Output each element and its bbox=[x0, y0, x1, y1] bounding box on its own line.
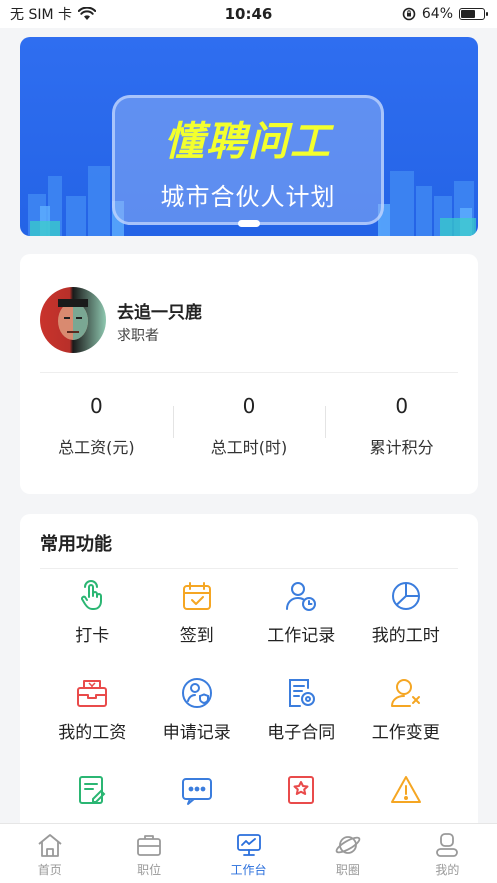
section-title: 常用功能 bbox=[40, 534, 112, 555]
stat-label: 总工时(时) bbox=[210, 438, 288, 457]
tab-mine[interactable]: 我的 bbox=[398, 824, 497, 883]
func-label: 工作记录 bbox=[267, 626, 336, 646]
warning-icon bbox=[390, 776, 421, 803]
planet-icon bbox=[335, 836, 361, 854]
func-work-record[interactable]: 工作记录 bbox=[249, 579, 354, 646]
status-right: 64% bbox=[402, 6, 488, 22]
func-label: 我的工资 bbox=[58, 723, 127, 743]
tab-label: 我的 bbox=[435, 863, 460, 877]
briefcase-icon bbox=[137, 835, 162, 856]
stat-label: 累计积分 bbox=[369, 438, 434, 457]
func-e-contract[interactable]: 电子合同 bbox=[249, 676, 354, 743]
func-clock-in[interactable]: 打卡 bbox=[40, 579, 145, 646]
stats-row: 0 总工资(元) 0 总工时(时) 0 累计积分 bbox=[20, 394, 478, 458]
person-icon bbox=[436, 833, 459, 857]
avatar-face-icon bbox=[58, 299, 88, 340]
func-label: 工作变更 bbox=[371, 723, 440, 743]
monitor-chart-icon bbox=[236, 834, 261, 856]
promo-banner[interactable]: 懂聘问工 城市合伙人计划 bbox=[20, 37, 478, 236]
func-my-hours[interactable]: 我的工时 bbox=[354, 579, 459, 646]
star-doc-icon bbox=[288, 776, 315, 804]
stat-points[interactable]: 0 累计积分 bbox=[325, 394, 478, 458]
stat-value: 0 bbox=[89, 394, 103, 418]
user-shield-icon bbox=[181, 678, 212, 708]
func-label: 打卡 bbox=[75, 626, 110, 646]
stat-value: 0 bbox=[242, 394, 256, 418]
function-grid: 打卡 签到 工作记录 我的工时 我的工资 申请记录 电子合同 工作变更 bbox=[40, 579, 458, 815]
tab-label: 职圈 bbox=[335, 863, 360, 877]
bottom-tab-bar: 首页 职位 工作台 职圈 我的 bbox=[0, 823, 497, 883]
tab-circle[interactable]: 职圈 bbox=[298, 824, 397, 883]
tap-icon bbox=[81, 580, 103, 610]
status-bar: 无 SIM 卡 10:46 64% bbox=[0, 0, 497, 28]
edit-doc-icon bbox=[79, 776, 106, 804]
stat-total-wage[interactable]: 0 总工资(元) bbox=[20, 394, 173, 458]
tab-label: 首页 bbox=[37, 863, 62, 877]
func-label: 签到 bbox=[179, 626, 214, 646]
tab-label: 工作台 bbox=[230, 863, 267, 877]
battery-percent: 64% bbox=[421, 6, 453, 22]
wifi-icon bbox=[78, 7, 96, 20]
tab-home[interactable]: 首页 bbox=[0, 824, 99, 883]
rotation-lock-icon bbox=[402, 7, 416, 21]
func-label: 申请记录 bbox=[162, 723, 231, 743]
func-item-10[interactable] bbox=[145, 773, 250, 815]
tab-workbench[interactable]: 工作台 bbox=[199, 824, 298, 883]
stat-label: 总工资(元) bbox=[58, 438, 135, 457]
banner-board: 懂聘问工 城市合伙人计划 bbox=[112, 95, 384, 225]
calendar-check-icon bbox=[182, 582, 211, 610]
carrier-label: 无 SIM 卡 bbox=[10, 7, 72, 23]
carousel-indicator bbox=[238, 220, 260, 227]
status-left: 无 SIM 卡 bbox=[10, 4, 96, 24]
wallet-icon bbox=[77, 680, 108, 707]
func-my-wage[interactable]: 我的工资 bbox=[40, 676, 145, 743]
user-role: 求职者 bbox=[117, 328, 159, 344]
user-x-icon bbox=[390, 679, 420, 707]
func-label: 我的工时 bbox=[371, 626, 440, 646]
contract-icon bbox=[289, 679, 316, 707]
divider bbox=[40, 568, 458, 569]
func-application-record[interactable]: 申请记录 bbox=[145, 676, 250, 743]
func-item-11[interactable] bbox=[249, 773, 354, 815]
func-item-12[interactable] bbox=[354, 773, 459, 815]
divider bbox=[40, 372, 458, 373]
func-sign-in[interactable]: 签到 bbox=[145, 579, 250, 646]
message-icon bbox=[181, 778, 212, 805]
func-job-change[interactable]: 工作变更 bbox=[354, 676, 459, 743]
home-icon bbox=[38, 834, 62, 857]
func-item-9[interactable] bbox=[40, 773, 145, 815]
user-clock-icon bbox=[286, 582, 317, 611]
stat-value: 0 bbox=[395, 394, 409, 418]
pie-chart-icon bbox=[391, 582, 420, 610]
stat-total-hours[interactable]: 0 总工时(时) bbox=[172, 394, 326, 458]
user-name: 去追一只鹿 bbox=[117, 303, 202, 323]
tab-label: 职位 bbox=[137, 863, 162, 877]
tab-jobs[interactable]: 职位 bbox=[99, 824, 198, 883]
banner-title: 懂聘问工 bbox=[164, 118, 332, 165]
battery-icon bbox=[459, 8, 488, 20]
avatar[interactable] bbox=[40, 287, 106, 353]
profile-card: 去追一只鹿 求职者 0 总工资(元) 0 总工时(时) 0 累计积分 bbox=[20, 254, 478, 494]
func-label: 电子合同 bbox=[267, 723, 336, 743]
common-functions-card: 常用功能 打卡 签到 工作记录 我的工时 我的工资 申请记录 电子合同 工作变更 bbox=[20, 514, 478, 844]
banner-subtitle: 城市合伙人计划 bbox=[160, 182, 336, 211]
